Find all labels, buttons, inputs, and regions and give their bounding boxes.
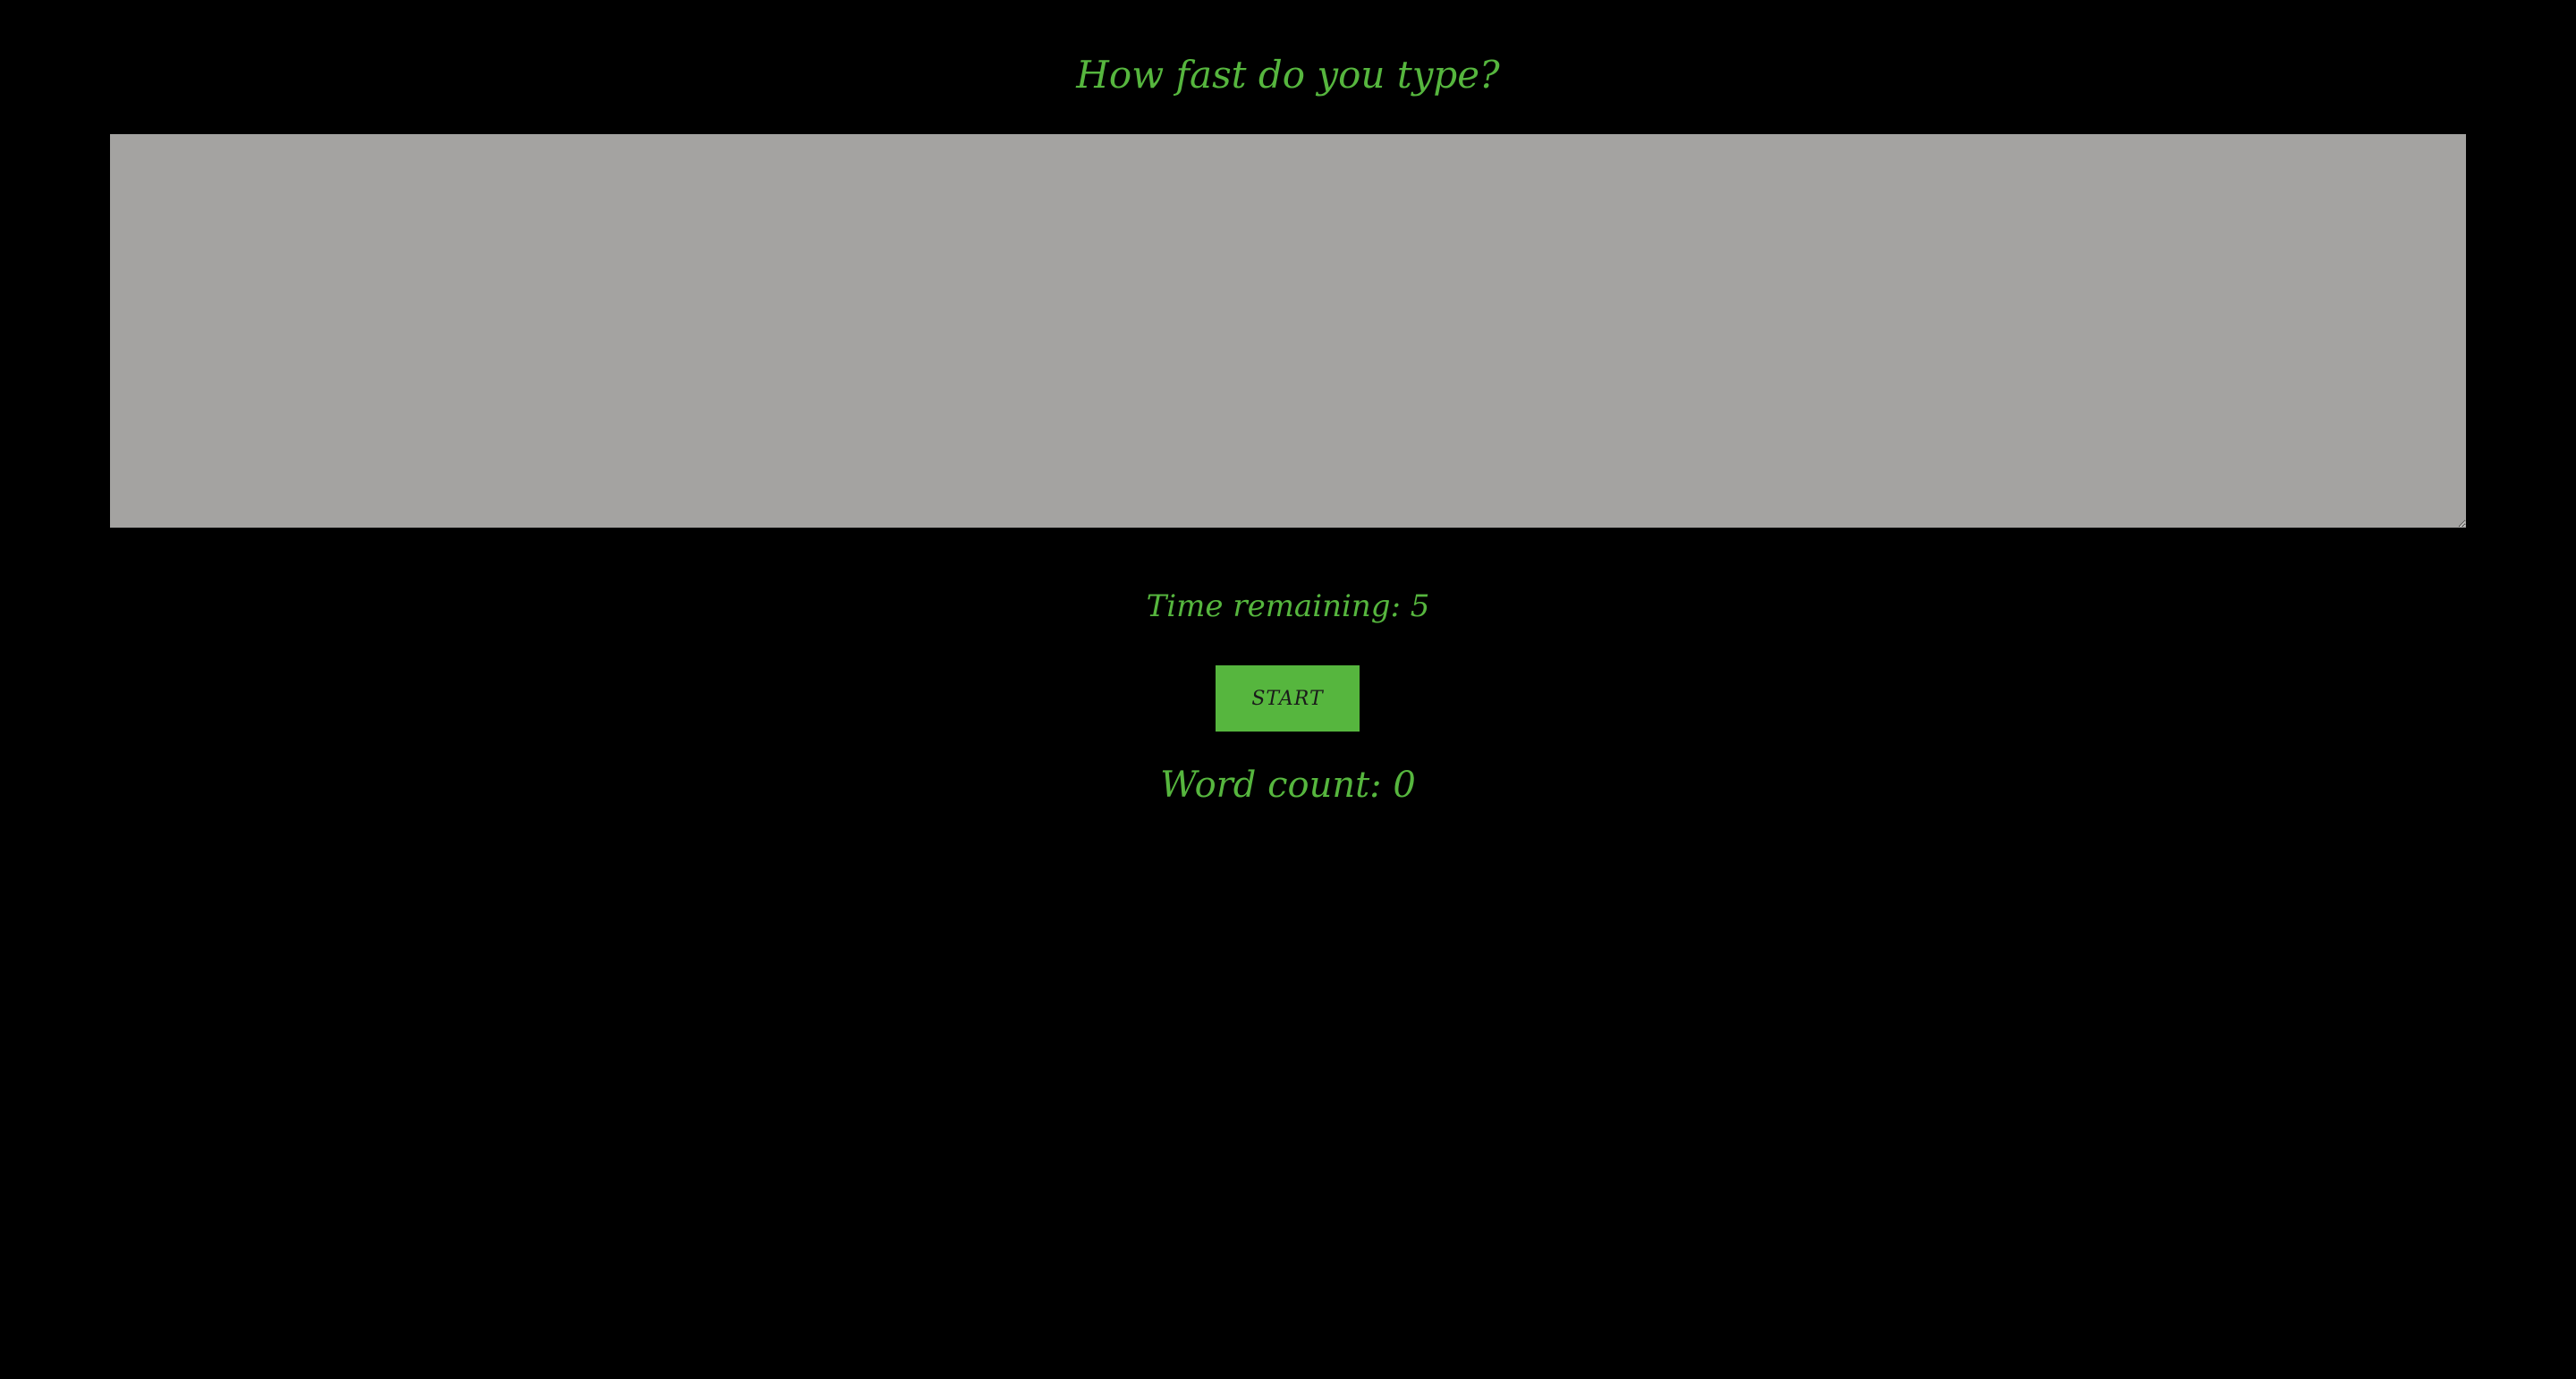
start-button[interactable]: START	[1216, 665, 1360, 732]
page-title: How fast do you type?	[1076, 53, 1500, 97]
typing-input[interactable]	[110, 134, 2466, 528]
typing-area-container	[110, 134, 2466, 528]
word-count: Word count: 0	[1160, 765, 1416, 806]
time-remaining: Time remaining: 5	[1146, 588, 1430, 624]
